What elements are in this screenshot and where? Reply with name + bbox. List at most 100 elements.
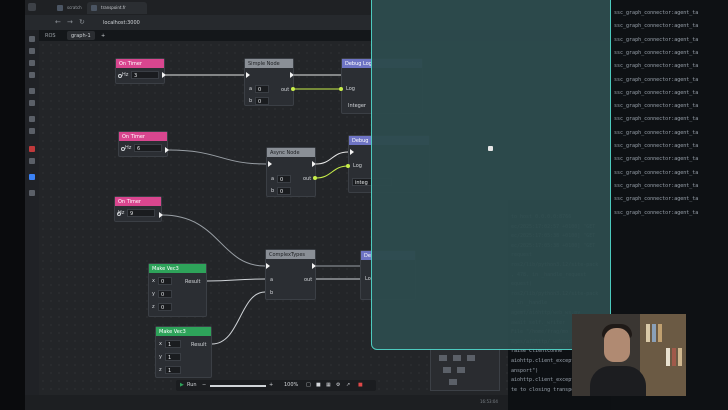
node-make-vec3-2[interactable]: Make Vec3 x 1 y 1 z 1 Result — [155, 326, 212, 378]
node-title: Make Vec3 — [156, 327, 211, 336]
book — [666, 348, 670, 366]
zoom-in-icon[interactable]: + — [269, 382, 273, 388]
sidebar-mail-icon[interactable] — [29, 100, 35, 106]
node-title: ComplexTypes — [266, 250, 315, 259]
result-label: Result — [191, 342, 207, 348]
screen: scratch transpoint.fr ← → ↻ localhost:30… — [0, 0, 728, 410]
book — [672, 348, 676, 366]
hz-input[interactable]: 3 — [131, 71, 159, 79]
book — [678, 348, 682, 366]
node-make-vec3-1[interactable]: Make Vec3 x 0 y 0 z 0 Result — [148, 263, 207, 317]
terminal-line: ssc_graph_connector:agent_ta — [614, 143, 699, 149]
run-button[interactable]: Run — [187, 382, 197, 388]
input-b-label: b — [249, 98, 253, 104]
exec-in-port[interactable] — [268, 161, 272, 167]
exec-out-port[interactable] — [165, 147, 169, 153]
overlay-panel[interactable] — [371, 0, 611, 350]
exec-out-port[interactable] — [162, 72, 166, 78]
x-field[interactable]: 0 — [158, 277, 172, 285]
node-on-timer-1[interactable]: On Timer Hz 3 — [115, 58, 165, 84]
status-clock: 16:53:04 — [480, 399, 498, 404]
hz-input[interactable]: 6 — [134, 144, 162, 152]
exec-in-port[interactable] — [246, 72, 250, 78]
data-out-port[interactable] — [313, 176, 317, 180]
forward-icon[interactable]: → — [67, 18, 73, 26]
sidebar-calendar-icon[interactable] — [29, 116, 35, 122]
export-icon[interactable]: ↗ — [346, 382, 350, 388]
sidebar-chat-icon[interactable] — [29, 174, 35, 180]
fit-view-icon[interactable]: □ — [306, 382, 311, 388]
node-simple-node[interactable]: Simple Node a 0 b 0 out — [244, 58, 294, 106]
terminal-line: ssc_graph_connector:agent_ta — [614, 23, 699, 30]
z-field[interactable]: 0 — [158, 303, 172, 311]
exec-out-port[interactable] — [312, 263, 316, 269]
add-tab-button[interactable]: + — [97, 31, 109, 40]
node-on-timer-3[interactable]: On Timer Hz 9 — [114, 196, 162, 222]
page-icon — [91, 5, 97, 11]
url-field[interactable]: localhost:3000 — [103, 20, 140, 26]
output-label: out — [281, 87, 290, 93]
browser-tab-transpoint[interactable]: transpoint.fr — [87, 2, 147, 14]
input-b-field[interactable]: 0 — [255, 97, 269, 105]
terminal-line: ssc_graph_connector:agent_ta — [614, 196, 699, 203]
sidebar-music-icon[interactable] — [29, 158, 35, 164]
log-label: Lo — [365, 276, 371, 282]
node-async-node[interactable]: Async Node a 0 b 0 out — [266, 147, 316, 197]
reload-icon[interactable]: ↻ — [79, 18, 85, 26]
y-field[interactable]: 1 — [165, 353, 181, 361]
minimap-node — [453, 355, 461, 361]
data-out-port[interactable] — [291, 87, 295, 91]
sidebar-tasks-icon[interactable] — [29, 128, 35, 134]
tab-graph-1[interactable]: graph-1 — [67, 31, 95, 40]
node-title: On Timer — [119, 132, 167, 141]
y-field[interactable]: 0 — [158, 290, 172, 298]
sidebar-history-icon[interactable] — [29, 48, 35, 54]
lock-icon[interactable]: ■ — [316, 382, 321, 388]
exec-in-port[interactable] — [350, 149, 354, 155]
terminal-line: ssc_graph_connector:agent_ta — [614, 156, 699, 163]
sidebar-downloads-icon[interactable] — [29, 60, 35, 66]
zoom-slider[interactable] — [210, 385, 266, 387]
zoom-slider-fill — [210, 385, 266, 387]
grid-icon[interactable]: ▦ — [326, 382, 331, 388]
node-complex-types[interactable]: ComplexTypes a b out — [265, 249, 316, 300]
field-label: Hz — [125, 145, 132, 151]
zoom-out-icon[interactable]: − — [202, 382, 206, 388]
terminal-line: ssc_graph_connector:agent_ta — [614, 10, 699, 16]
node-on-timer-2[interactable]: On Timer Hz 6 — [118, 131, 168, 157]
hz-input[interactable]: 9 — [127, 209, 155, 217]
webcam-feed — [572, 314, 686, 396]
minimap-node — [457, 367, 465, 373]
exec-out-port[interactable] — [312, 161, 316, 167]
exec-out-port[interactable] — [159, 212, 163, 218]
sidebar-notes-icon[interactable] — [29, 72, 35, 78]
zoom-level: 100% — [284, 382, 299, 388]
sidebar-feed-icon[interactable] — [29, 146, 35, 152]
terminal-line: ssc_graph_connector:agent_ta — [614, 63, 699, 70]
sidebar-bookmarks-icon[interactable] — [29, 36, 35, 42]
input-a-label: a — [271, 176, 275, 182]
minimap-node — [443, 367, 451, 373]
data-in-port[interactable] — [339, 87, 343, 91]
input-a-field[interactable]: 0 — [255, 85, 269, 93]
exec-out-port[interactable] — [290, 72, 294, 78]
minimap[interactable] — [430, 346, 500, 391]
x-field[interactable]: 1 — [165, 340, 181, 348]
play-icon[interactable]: ▶ — [180, 382, 184, 388]
exec-in-port[interactable] — [266, 263, 270, 269]
data-in-port[interactable] — [346, 164, 350, 168]
z-field[interactable]: 1 — [165, 366, 181, 374]
stop-icon[interactable]: ■ — [358, 382, 363, 388]
terminal-line: ssc_graph_connector:agent_ta — [614, 182, 699, 189]
back-icon[interactable]: ← — [55, 18, 61, 26]
book — [652, 324, 656, 342]
input-a-field[interactable]: 0 — [277, 175, 291, 183]
browser-menu-icon[interactable] — [28, 3, 36, 11]
settings-icon[interactable]: ⚙ — [336, 382, 340, 388]
sidebar-reader-icon[interactable] — [29, 88, 35, 94]
terminal-line: ssc_graph_connector:agent_ta — [614, 116, 699, 123]
person-face — [604, 328, 630, 362]
input-b-field[interactable]: 0 — [277, 187, 291, 195]
output-label: out — [303, 176, 312, 182]
sidebar-add-icon[interactable] — [29, 190, 35, 196]
